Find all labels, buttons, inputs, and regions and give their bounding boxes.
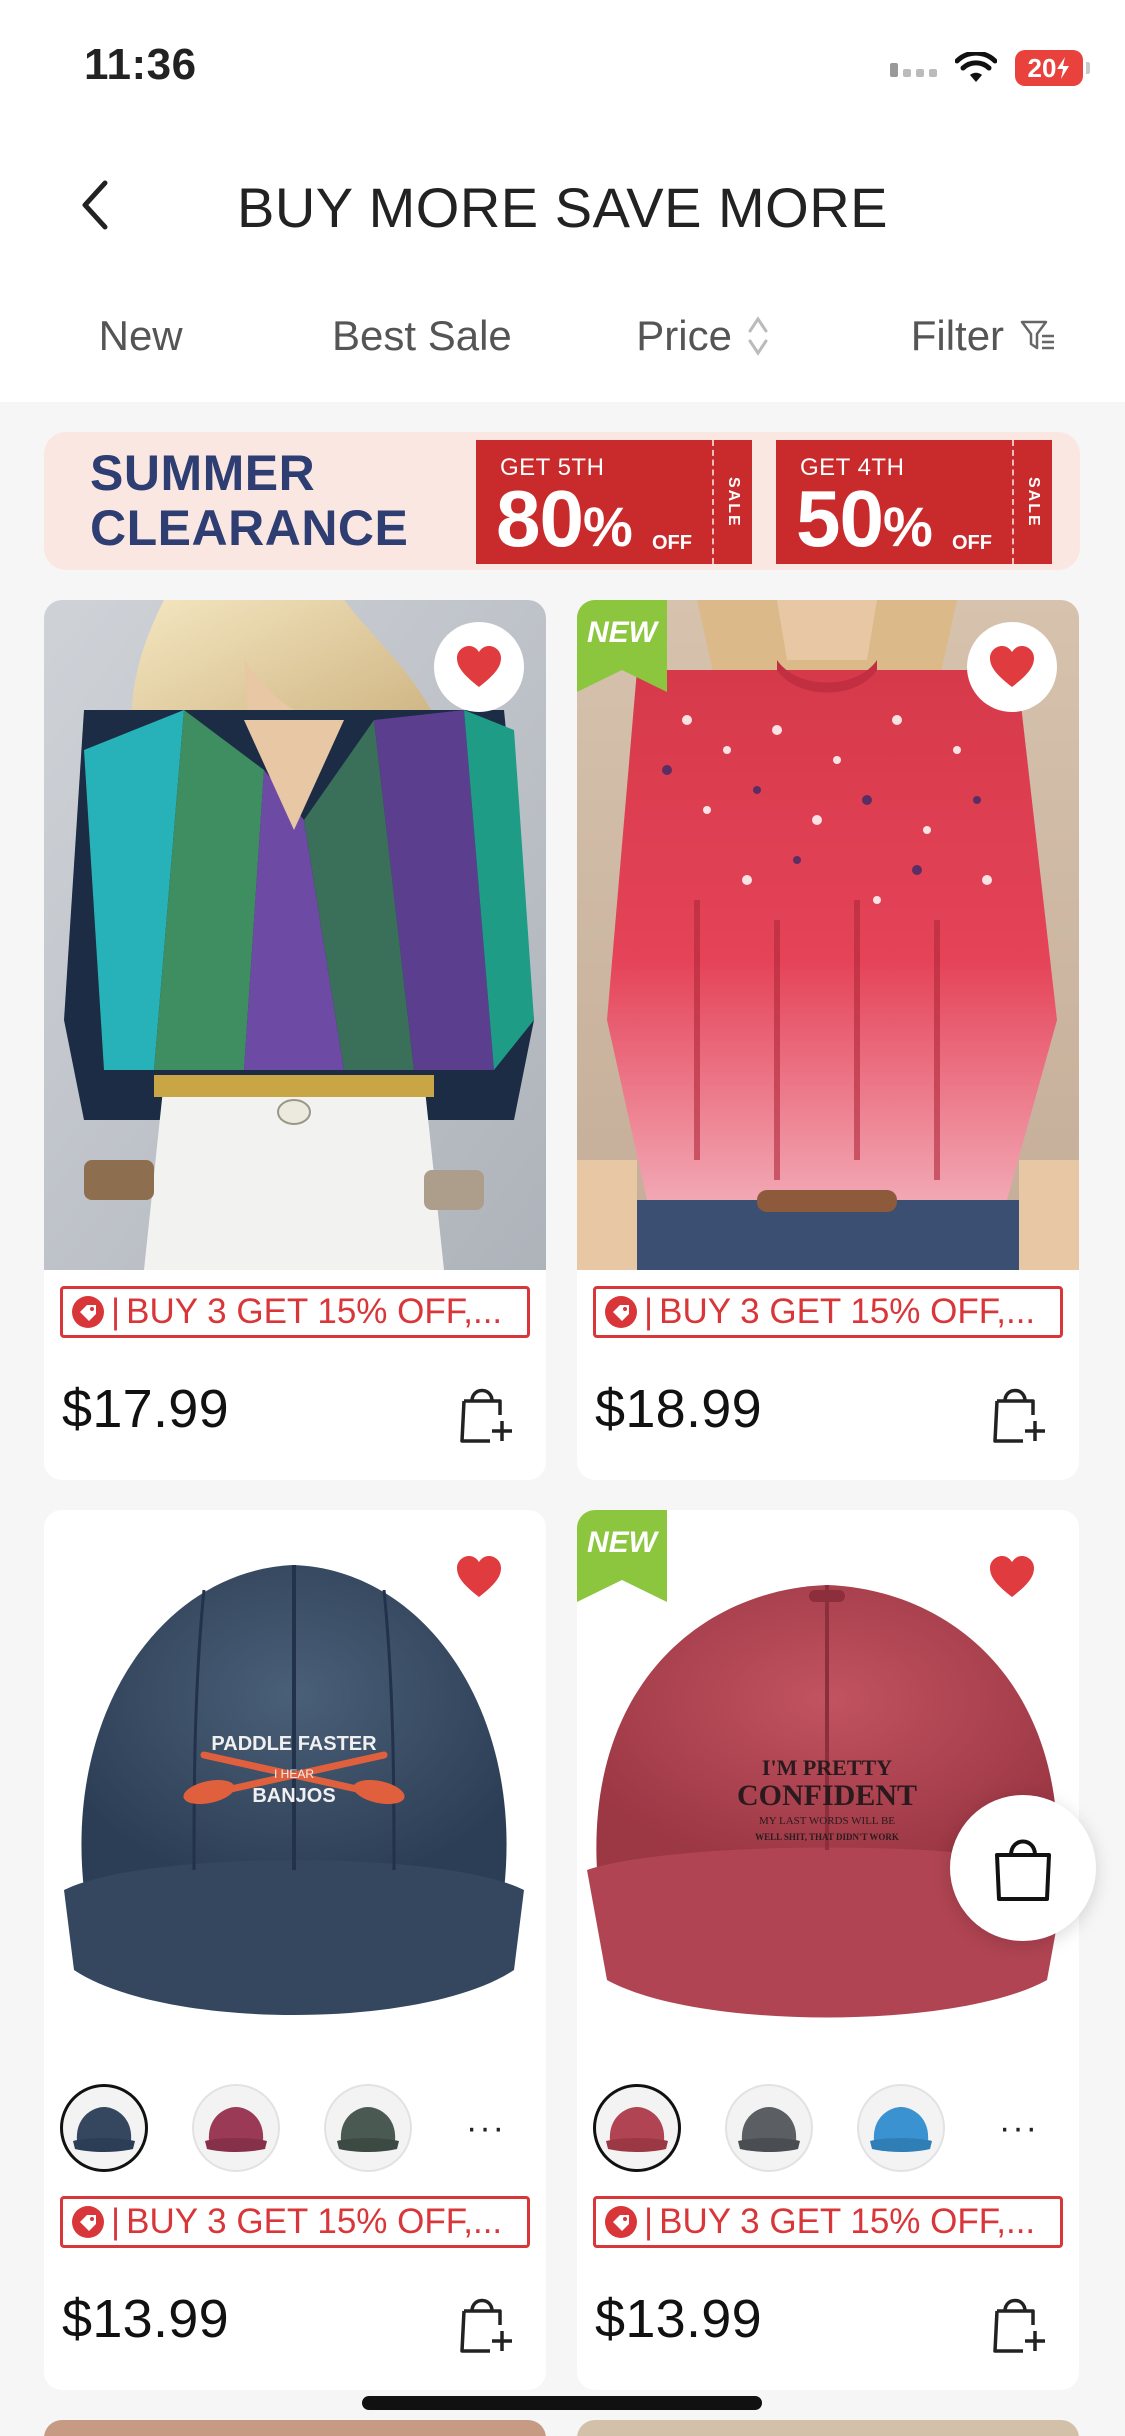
favorite-button[interactable] — [967, 1532, 1057, 1622]
sort-price-label: Price — [636, 312, 732, 359]
ticket-50-off: GET 4TH 50% OFF SALE — [776, 440, 1052, 564]
tag-icon — [72, 1296, 104, 1328]
new-badge-label: NEW — [587, 616, 660, 649]
banner-headline: SUMMER CLEARANCE — [90, 446, 408, 556]
product-card-peek — [577, 2420, 1079, 2436]
product-card[interactable]: | BUY 3 GET 15% OFF,... $17.99 — [44, 600, 546, 1480]
sort-price-tab[interactable]: Price — [563, 312, 844, 360]
cap-text-line-3: MY LAST WORDS WILL BE — [759, 1815, 895, 1827]
nav-header: BUY MORE SAVE MORE — [0, 135, 1125, 270]
product-card[interactable]: PADDLE FASTER I HEAR BANJOS ··· | BUY 3 … — [44, 1510, 546, 2390]
cap-text-line-3: BANJOS — [252, 1785, 335, 1807]
new-badge: NEW — [577, 1510, 667, 1602]
filter-label: Filter — [910, 312, 1005, 359]
cart-add-icon — [993, 2298, 1045, 2353]
battery-icon: 20 — [1015, 50, 1090, 86]
product-price: $13.99 — [62, 2289, 229, 2349]
summer-clearance-banner[interactable]: SUMMER CLEARANCE GET 5TH 80% OFF SALE GE… — [44, 432, 1080, 570]
cap-text-line-1: PADDLE FASTER — [211, 1733, 377, 1755]
heart-icon — [990, 646, 1034, 687]
signal-icon — [890, 59, 937, 77]
filter-icon — [1020, 320, 1055, 350]
cap-text-line-2: I HEAR — [274, 1767, 314, 1781]
product-card[interactable]: I'M PRETTY CONFIDENT MY LAST WORDS WILL … — [577, 1510, 1079, 2390]
color-swatches: ··· — [60, 2083, 530, 2173]
ticket-off-label: OFF — [652, 532, 692, 554]
status-icons: 20 — [890, 48, 1090, 88]
tag-icon — [605, 1296, 637, 1328]
shopping-bag-icon — [995, 1839, 1051, 1901]
banner-line-2: CLEARANCE — [90, 500, 409, 556]
cart-add-icon — [993, 1388, 1045, 1443]
favorite-button[interactable] — [434, 1532, 524, 1622]
product-price: $17.99 — [62, 1379, 229, 1439]
sort-bar: New Best Sale Price Filter — [0, 270, 1125, 402]
ticket-sale-label: SALE — [1012, 440, 1052, 564]
sort-arrows-icon — [748, 316, 768, 356]
home-indicator[interactable] — [362, 2396, 762, 2410]
favorite-button[interactable] — [434, 622, 524, 712]
ticket-80-off: GET 5TH 80% OFF SALE — [476, 440, 752, 564]
swatch-navy[interactable] — [60, 2084, 148, 2172]
heart-icon — [457, 1556, 501, 1597]
status-bar: 11:36 20 — [0, 0, 1125, 135]
more-colors-icon[interactable]: ··· — [466, 2109, 506, 2148]
more-colors-icon[interactable]: ··· — [999, 2109, 1039, 2148]
new-badge: NEW — [577, 600, 667, 692]
sort-new-label: New — [98, 312, 183, 359]
promo-tag: | BUY 3 GET 15% OFF,... — [60, 1286, 530, 1338]
swatch-red[interactable] — [593, 2084, 681, 2172]
banner-line-1: SUMMER — [90, 445, 316, 501]
ticket-percent: 50% — [796, 474, 933, 563]
screen: 11:36 20 BUY MORE SAVE MORE New Best Sal… — [0, 0, 1125, 2436]
cart-add-icon — [460, 1388, 512, 1443]
floating-cart-button[interactable] — [950, 1795, 1096, 1941]
promo-text: BUY 3 GET 15% OFF,... — [126, 1292, 503, 1331]
product-price: $18.99 — [595, 1379, 762, 1439]
add-to-cart-button[interactable] — [458, 2293, 516, 2355]
product-card-peek — [44, 2420, 546, 2436]
new-badge-label: NEW — [587, 1526, 660, 1559]
promo-text: BUY 3 GET 15% OFF,... — [659, 2202, 1036, 2241]
promo-text: BUY 3 GET 15% OFF,... — [126, 2202, 503, 2241]
ticket-off-label: OFF — [952, 532, 992, 554]
battery-level: 20 — [1027, 52, 1057, 83]
tag-icon — [605, 2206, 637, 2238]
swatch-gray[interactable] — [725, 2084, 813, 2172]
product-card[interactable]: NEW | BUY 3 GET 15% OFF,... $18.99 — [577, 600, 1079, 1480]
status-time: 11:36 — [84, 40, 197, 89]
filter-button[interactable]: Filter — [844, 312, 1125, 360]
promo-tag: | BUY 3 GET 15% OFF,... — [593, 2196, 1063, 2248]
swatch-maroon[interactable] — [192, 2084, 280, 2172]
heart-icon — [990, 1556, 1034, 1597]
color-swatches: ··· — [593, 2083, 1063, 2173]
promo-text: BUY 3 GET 15% OFF,... — [659, 1292, 1036, 1331]
wifi-icon — [955, 52, 997, 82]
promo-tag: | BUY 3 GET 15% OFF,... — [593, 1286, 1063, 1338]
cap-text-line-4: WELL SHIT, THAT DIDN'T WORK — [755, 1832, 899, 1842]
ticket-sale-label: SALE — [712, 440, 752, 564]
tag-icon — [72, 2206, 104, 2238]
add-to-cart-button[interactable] — [458, 1383, 516, 1445]
heart-icon — [457, 646, 501, 687]
cap-text-line-1: I'M PRETTY — [762, 1755, 892, 1780]
page-title: BUY MORE SAVE MORE — [236, 176, 889, 239]
add-to-cart-button[interactable] — [991, 1383, 1049, 1445]
swatch-dark-green[interactable] — [324, 2084, 412, 2172]
favorite-button[interactable] — [967, 622, 1057, 712]
swatch-blue[interactable] — [857, 2084, 945, 2172]
sort-best-sale-tab[interactable]: Best Sale — [281, 312, 562, 360]
promo-tag: | BUY 3 GET 15% OFF,... — [60, 2196, 530, 2248]
cap-text-line-2: CONFIDENT — [737, 1779, 917, 1812]
add-to-cart-button[interactable] — [991, 2293, 1049, 2355]
ticket-percent: 80% — [496, 474, 633, 563]
product-price: $13.99 — [595, 2289, 762, 2349]
sort-new-tab[interactable]: New — [0, 312, 281, 360]
sort-best-sale-label: Best Sale — [331, 312, 512, 359]
cart-add-icon — [460, 2298, 512, 2353]
